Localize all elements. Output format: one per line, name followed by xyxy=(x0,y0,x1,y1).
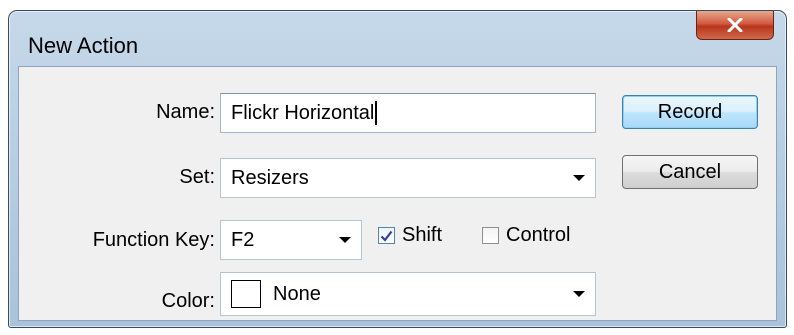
checkmark-icon xyxy=(380,230,393,242)
color-swatch xyxy=(231,280,261,308)
color-dropdown[interactable]: None xyxy=(220,272,596,316)
chevron-down-icon xyxy=(339,237,351,243)
dialog-content: Name: Flickr Horizontal Set: Resizers Fu… xyxy=(18,66,777,321)
function-key-value: F2 xyxy=(231,228,255,251)
dialog-title: New Action xyxy=(28,33,139,58)
function-key-dropdown[interactable]: F2 xyxy=(220,220,362,260)
set-label: Set: xyxy=(179,166,215,188)
color-label: Color: xyxy=(161,290,215,312)
control-checkbox[interactable] xyxy=(482,227,499,244)
set-dropdown[interactable]: Resizers xyxy=(220,158,596,198)
color-dropdown-value: None xyxy=(273,282,321,305)
set-dropdown-value: Resizers xyxy=(231,166,309,189)
name-label: Name: xyxy=(156,101,215,123)
name-input[interactable]: Flickr Horizontal xyxy=(220,93,596,133)
chevron-down-icon xyxy=(573,291,585,297)
close-icon xyxy=(727,18,743,32)
text-caret xyxy=(375,101,378,125)
control-label: Control xyxy=(506,224,571,246)
close-button[interactable] xyxy=(696,11,774,40)
function-key-label: Function Key: xyxy=(92,229,215,251)
shift-checkbox[interactable] xyxy=(378,227,395,244)
record-button[interactable]: Record xyxy=(622,95,758,129)
name-input-value: Flickr Horizontal xyxy=(231,101,375,124)
chevron-down-icon xyxy=(573,175,585,181)
dialog-window: New Action Name: Flickr Horizontal Set: … xyxy=(8,10,787,328)
cancel-button[interactable]: Cancel xyxy=(622,155,758,189)
title-bar[interactable]: New Action xyxy=(9,11,786,65)
shift-label: Shift xyxy=(402,224,443,246)
